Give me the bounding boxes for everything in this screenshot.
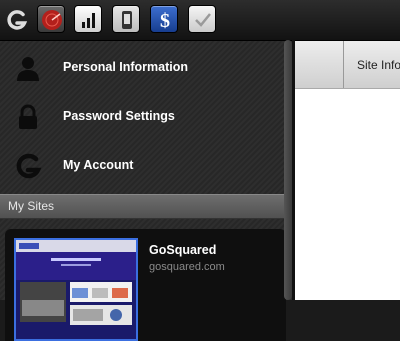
dashboard-screenshot-image — [16, 240, 136, 325]
top-toolbar: $ — [0, 0, 400, 41]
dollar-icon: $ — [160, 10, 170, 32]
bar-chart-icon — [82, 13, 95, 28]
sidebar-item-label: Password Settings — [63, 109, 175, 123]
site-name: GoSquared — [149, 243, 217, 257]
main-content: Site Info — [295, 41, 400, 300]
content-tab-bar: Site Info — [295, 41, 400, 89]
tab-site-info[interactable]: Site Info — [357, 58, 400, 72]
site-url: gosquared.com — [149, 261, 225, 273]
realtime-button[interactable] — [37, 5, 65, 33]
billing-button[interactable]: $ — [150, 5, 178, 33]
site-thumbnail — [14, 238, 138, 341]
sidebar-item-personal-information[interactable]: Personal Information — [0, 43, 293, 92]
site-card-gosquared[interactable]: GoSquared gosquared.com — [5, 229, 286, 341]
person-icon — [17, 57, 39, 81]
my-sites-header: My Sites — [0, 194, 293, 219]
realtime-radar-icon — [42, 10, 62, 30]
tab-divider — [343, 41, 344, 88]
sidebar-item-label: Personal Information — [63, 60, 189, 74]
phone-icon — [122, 11, 132, 29]
account-sidebar: Personal Information Password Settings M… — [0, 41, 293, 341]
svg-text:$: $ — [160, 10, 170, 32]
sidebar-scrollbar[interactable] — [284, 40, 292, 300]
lock-icon — [19, 104, 37, 129]
gosquared-logo-icon — [16, 153, 42, 179]
tasks-button[interactable] — [188, 5, 216, 33]
gosquared-logo-icon[interactable] — [6, 9, 28, 31]
checkmark-icon — [195, 13, 211, 27]
sidebar-item-password-settings[interactable]: Password Settings — [0, 92, 293, 141]
statistics-button[interactable] — [74, 5, 102, 33]
sidebar-item-my-account[interactable]: My Account — [0, 141, 293, 190]
sidebar-item-label: My Account — [63, 158, 134, 172]
mobile-button[interactable] — [112, 5, 140, 33]
section-title: My Sites — [8, 199, 55, 213]
